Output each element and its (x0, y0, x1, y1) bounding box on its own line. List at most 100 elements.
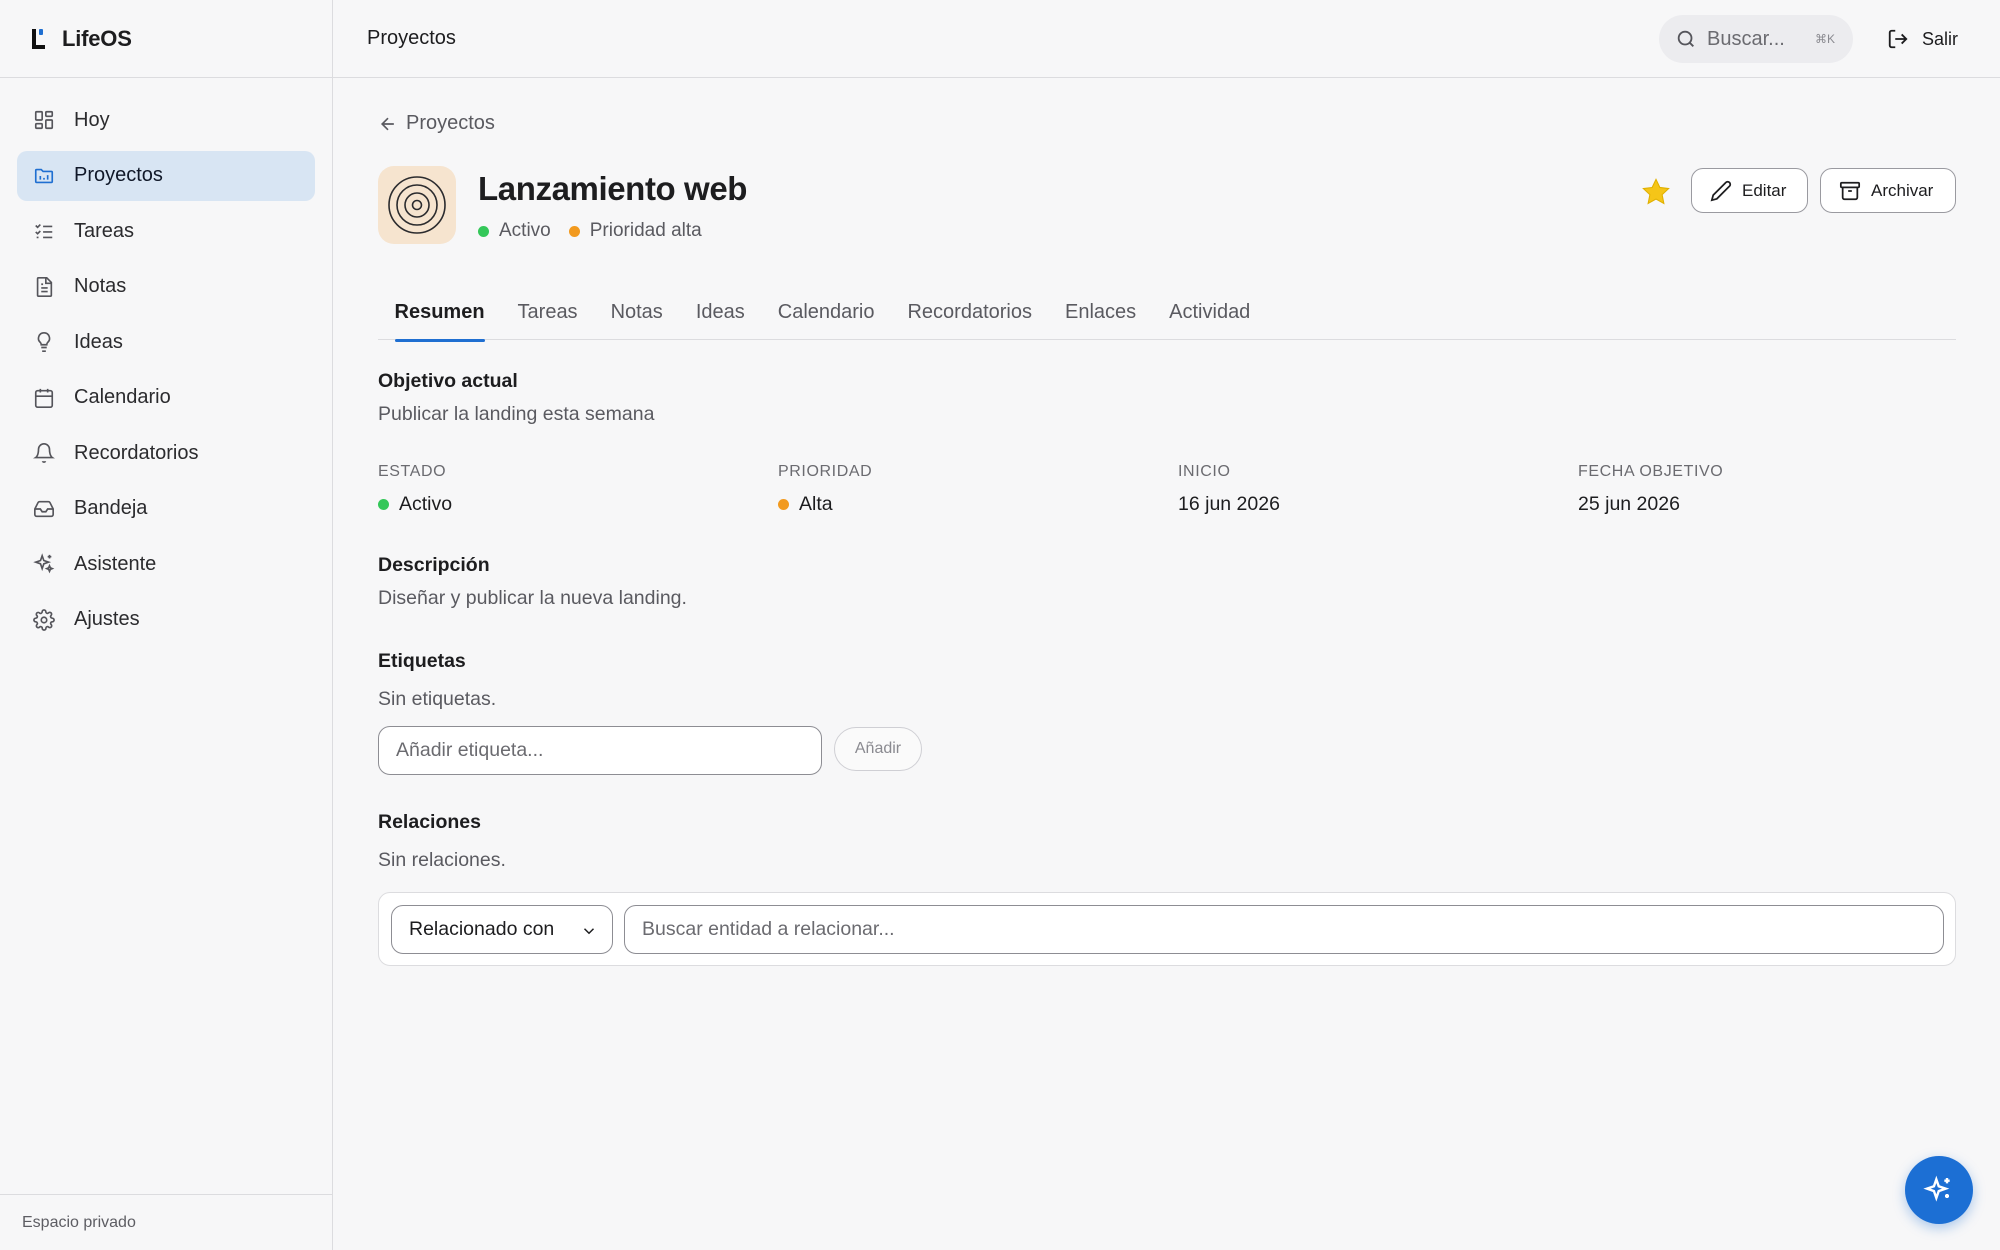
sidebar-item-bandeja[interactable]: Bandeja (17, 484, 315, 534)
status-dot (478, 225, 489, 237)
relation-type-select[interactable]: Relacionado con (391, 905, 613, 954)
stat-fecha-objetivo: FECHA OBJETIVO 25 jun 2026 (1578, 463, 1723, 516)
logout-icon (1887, 28, 1909, 50)
tab-actividad[interactable]: Actividad (1153, 284, 1267, 340)
priority-dot (778, 499, 789, 510)
tag-input[interactable]: Añadir etiqueta... (378, 726, 822, 775)
stat-value: Activo (399, 493, 453, 515)
pencil-icon (1710, 180, 1732, 202)
relation-type-value: Relacionado con (409, 918, 555, 940)
search-input[interactable]: Buscar... ⌘K (1659, 15, 1853, 63)
sidebar-item-label: Ideas (74, 330, 123, 353)
tab-tareas[interactable]: Tareas (501, 284, 594, 340)
project-meta: Activo Prioridad alta (478, 220, 702, 242)
app-name: LifeOS (62, 25, 132, 51)
logout-button[interactable]: Salir (1879, 20, 1966, 58)
stat-prioridad: PRIORIDAD Alta (778, 463, 872, 516)
sidebar-item-label: Tareas (74, 219, 135, 242)
objective-heading: Objetivo actual (378, 370, 518, 392)
bell-icon (33, 442, 55, 464)
workspace-label: Espacio privado (0, 1194, 332, 1250)
tab-notas[interactable]: Notas (594, 284, 679, 340)
folder-icon (33, 165, 55, 187)
sidebar-item-notas[interactable]: Notas (17, 262, 315, 312)
archive-button-label: Archivar (1871, 180, 1934, 200)
arrow-left-icon (378, 114, 398, 134)
archive-button[interactable]: Archivar (1820, 168, 1956, 213)
sidebar-nav: Hoy Proyectos Tareas Notas Ideas Calenda… (0, 78, 332, 645)
stat-key: PRIORIDAD (778, 463, 873, 480)
project-stats: ESTADO Activo PRIORIDAD Alta INICIO 16 j… (378, 463, 1956, 523)
sidebar-item-ajustes[interactable]: Ajustes (17, 595, 315, 645)
top-bar: Proyectos Buscar... ⌘K Salir (333, 0, 2000, 78)
stat-key: ESTADO (378, 463, 447, 480)
tab-resumen[interactable]: Resumen (378, 284, 501, 342)
tab-ideas[interactable]: Ideas (679, 284, 761, 340)
search-shortcut: ⌘K (1814, 32, 1835, 46)
search-placeholder: Buscar... (1707, 27, 1785, 50)
add-tag-button[interactable]: Añadir (834, 727, 922, 771)
sidebar-item-label: Asistente (74, 552, 157, 575)
stat-inicio: INICIO 16 jun 2026 (1178, 463, 1280, 516)
sidebar-item-asistente[interactable]: Asistente (17, 539, 315, 589)
sidebar-item-label: Notas (74, 275, 127, 297)
checklist-icon (33, 220, 55, 242)
inbox-icon (33, 498, 55, 520)
edit-button-label: Editar (1742, 180, 1787, 200)
tab-recordatorios[interactable]: Recordatorios (891, 284, 1049, 340)
sidebar-item-tareas[interactable]: Tareas (17, 206, 315, 256)
sparkles-icon (1923, 1174, 1955, 1206)
sidebar-item-label: Bandeja (74, 497, 148, 519)
objective-text: Publicar la landing esta semana (378, 403, 655, 425)
chevron-down-icon (580, 922, 598, 940)
gear-icon (33, 608, 55, 631)
stat-value: 25 jun 2026 (1578, 493, 1680, 515)
stat-value: 16 jun 2026 (1178, 493, 1280, 515)
relations-heading: Relaciones (378, 811, 481, 833)
priority-badge: Prioridad alta (589, 220, 702, 241)
tag-input-placeholder: Añadir etiqueta... (396, 739, 544, 761)
search-icon (1675, 28, 1697, 50)
calendar-icon (33, 387, 55, 409)
relations-empty-text: Sin relaciones. (378, 849, 506, 871)
description-heading: Descripción (378, 554, 490, 576)
sidebar-item-label: Hoy (74, 108, 110, 131)
sidebar-item-hoy[interactable]: Hoy (17, 95, 315, 145)
stat-key: FECHA OBJETIVO (1578, 463, 1724, 480)
sidebar: LifeOS Hoy Proyectos Tareas Notas Ideas … (0, 0, 333, 1250)
stat-estado: ESTADO Activo (378, 463, 452, 516)
back-link[interactable]: Proyectos (378, 112, 495, 135)
project-title: Lanzamiento web (478, 170, 748, 207)
target-icon (378, 166, 456, 244)
status-dot (378, 499, 389, 510)
project-header: Lanzamiento web Activo Prioridad alta Ed… (378, 166, 1956, 246)
sparkles-icon (33, 553, 55, 575)
lifeos-logo-icon (30, 26, 48, 52)
stat-value: Alta (799, 493, 833, 515)
assistant-fab-button[interactable] (1905, 1156, 1973, 1224)
tags-heading: Etiquetas (378, 650, 466, 672)
stat-key: INICIO (1178, 463, 1231, 480)
status-badge: Activo (499, 220, 551, 241)
sidebar-item-ideas[interactable]: Ideas (17, 317, 315, 367)
project-tabs: Resumen Tareas Notas Ideas Calendario Re… (378, 284, 1956, 342)
tags-empty-text: Sin etiquetas. (378, 688, 497, 710)
sidebar-item-label: Ajustes (74, 608, 140, 630)
archive-icon (1839, 180, 1861, 202)
sidebar-item-calendario[interactable]: Calendario (17, 373, 315, 423)
sidebar-item-label: Proyectos (74, 164, 163, 186)
relation-form: Relacionado con Buscar entidad a relacio… (378, 892, 1956, 966)
back-link-label: Proyectos (406, 112, 495, 134)
star-icon[interactable] (1640, 176, 1672, 208)
brand[interactable]: LifeOS (0, 0, 332, 78)
relation-search-input[interactable]: Buscar entidad a relacionar... (624, 905, 1944, 954)
logout-label: Salir (1922, 28, 1959, 49)
edit-button[interactable]: Editar (1691, 168, 1808, 213)
sidebar-item-label: Recordatorios (74, 441, 199, 464)
sidebar-item-proyectos[interactable]: Proyectos (17, 150, 315, 201)
tab-enlaces[interactable]: Enlaces (1049, 284, 1153, 340)
sidebar-item-label: Calendario (74, 386, 171, 408)
sidebar-item-recordatorios[interactable]: Recordatorios (17, 428, 315, 478)
tab-calendario[interactable]: Calendario (761, 284, 891, 340)
note-icon (33, 276, 55, 298)
